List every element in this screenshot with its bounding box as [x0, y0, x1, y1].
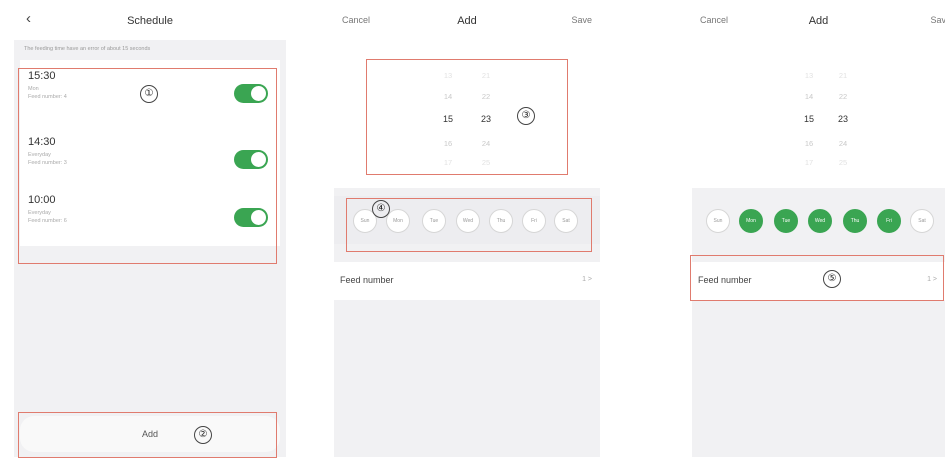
feeding-notice: The feeding time have an error of about … — [24, 46, 151, 52]
page-title: Add — [457, 15, 477, 27]
save-button[interactable]: Save — [930, 15, 945, 25]
add-schedule-screen-selected: Cancel Add Save 13 14 15 16 17 21 22 23 … — [692, 0, 945, 457]
day-thu[interactable]: Thu — [843, 209, 867, 233]
day-wed[interactable]: Wed — [808, 209, 832, 233]
feed-number-row[interactable]: Feed number 1 > — [334, 262, 600, 300]
marker-1: ① — [140, 85, 158, 103]
feed-number-label: Feed number — [340, 275, 394, 285]
nav-bar: ‹ Schedule — [14, 0, 286, 40]
page-title: Add — [808, 15, 829, 27]
minute-option[interactable]: 21 — [831, 71, 855, 80]
marker-3: ③ — [517, 107, 535, 125]
day-tue[interactable]: Tue — [774, 209, 798, 233]
save-button[interactable]: Save — [571, 15, 592, 25]
minute-option[interactable]: 25 — [831, 158, 855, 167]
time-picker[interactable]: 13 14 15 16 17 21 22 23 24 25 — [692, 40, 945, 188]
marker-4: ④ — [372, 200, 390, 218]
day-mon[interactable]: Mon — [739, 209, 763, 233]
day-sun[interactable]: Sun — [706, 209, 730, 233]
highlight-box-feed-number — [690, 255, 944, 301]
weekday-selector: Sun Mon Tue Wed Thu Fri Sat — [692, 196, 945, 244]
highlight-box-add-button — [18, 412, 277, 458]
day-fri[interactable]: Fri — [877, 209, 901, 233]
hour-option[interactable]: 13 — [797, 71, 821, 80]
feed-number-value: 1 > — [582, 276, 592, 283]
minute-selected[interactable]: 23 — [831, 114, 855, 124]
page-title: Schedule — [127, 15, 173, 27]
marker-5: ⑤ — [823, 270, 841, 288]
hour-option[interactable]: 14 — [797, 92, 821, 101]
hour-selected[interactable]: 15 — [797, 114, 821, 124]
day-sat[interactable]: Sat — [910, 209, 934, 233]
nav-bar: Cancel Add Save — [334, 0, 600, 40]
hour-option[interactable]: 17 — [797, 158, 821, 167]
marker-2: ② — [194, 426, 212, 444]
highlight-box-time-picker — [366, 59, 568, 175]
nav-bar: Cancel Add Save — [692, 0, 945, 40]
minute-option[interactable]: 22 — [831, 92, 855, 101]
hour-option[interactable]: 16 — [797, 139, 821, 148]
minute-option[interactable]: 24 — [831, 139, 855, 148]
